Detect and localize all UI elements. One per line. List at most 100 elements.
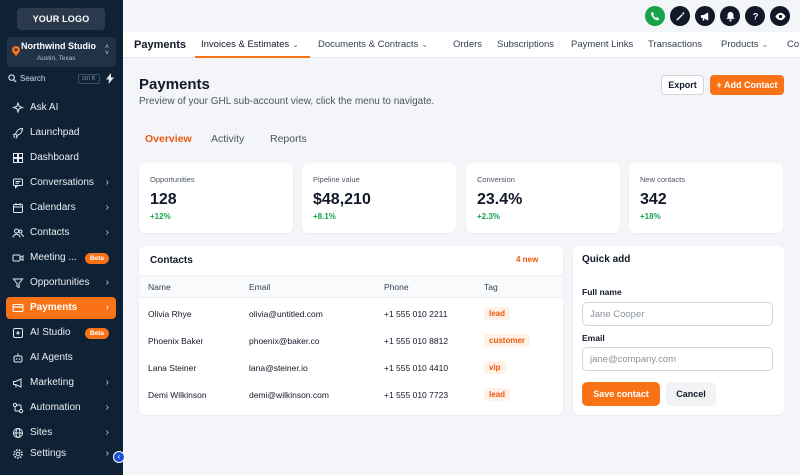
sidebar-item-label: Ask AI (30, 102, 59, 113)
tab-products[interactable]: Products ⌄ (721, 39, 768, 50)
stat-delta: +12% (150, 212, 171, 221)
chevron-right-icon: › (105, 227, 109, 238)
sidebar: YOUR LOGO Northwind Studio Austin, Texas… (0, 0, 125, 475)
stat-card-new-contacts: New contacts 342 +18% (629, 163, 783, 233)
save-contact-button[interactable]: Save contact (582, 382, 660, 406)
sidebar-item-opportunities[interactable]: Opportunities › (6, 272, 116, 294)
tab-co[interactable]: Co (787, 39, 799, 50)
magic-wand-icon (675, 10, 685, 21)
full-name-input[interactable] (582, 302, 773, 326)
tab-label: Orders (453, 39, 483, 50)
sidebar-search[interactable]: Search ctrl K (7, 73, 117, 85)
cell-phone: +1 555 010 7723 (384, 390, 449, 400)
stat-card-conversion: Conversion 23.4% +2.3% (466, 163, 620, 233)
stat-value: $48,210 (313, 191, 371, 208)
table-row[interactable]: Phoenix Baker phoenix@baker.co +1 555 010 … (139, 328, 563, 355)
ai-studio-icon (13, 328, 23, 338)
sidebar-item-marketing[interactable]: Marketing › (6, 372, 116, 394)
tab-label: Subscriptions (497, 39, 555, 50)
table-row[interactable]: Demi Wilkinson demi@wilkinson.com +1 555 0… (139, 382, 563, 409)
sidebar-item-launchpad[interactable]: Launchpad (6, 122, 116, 144)
stat-card-pipeline-value: Pipeline value $48,210 +8.1% (302, 163, 456, 233)
add-contact-button[interactable]: + Add Contact (710, 75, 784, 95)
sidebar-item-label: Sites (30, 427, 53, 438)
tab-orders[interactable]: Orders (453, 39, 482, 50)
contacts-title: Contacts (150, 255, 193, 266)
stat-label: Pipeline value (313, 175, 360, 184)
tab-transactions[interactable]: Transactions (648, 39, 702, 50)
stat-value: 128 (150, 191, 177, 208)
beta-badge: Beta (84, 328, 109, 339)
sidebar-item-sites[interactable]: Sites › (6, 422, 116, 444)
sidebar-item-dashboard[interactable]: Dashboard (6, 147, 116, 169)
full-name-label: Full name (582, 287, 622, 297)
chat-icon (13, 178, 23, 189)
announcements-button[interactable] (695, 6, 715, 26)
stat-delta: +18% (640, 212, 661, 221)
email-input[interactable] (582, 347, 773, 371)
globe-icon (13, 428, 23, 438)
sidebar-item-label: Marketing (30, 377, 74, 388)
tab-subscriptions[interactable]: Subscriptions (497, 39, 554, 50)
robot-icon (13, 353, 23, 363)
tab-invoices-estimates[interactable]: Invoices & Estimates ⌄ (201, 39, 299, 50)
subtab-overview[interactable]: Overview (145, 133, 192, 145)
sidebar-item-meeting[interactable]: Meeting ... Beta (6, 247, 116, 269)
cell-email: demi@wilkinson.com (249, 390, 329, 400)
magic-wand-button[interactable] (670, 6, 690, 26)
subtab-reports[interactable]: Reports (270, 133, 307, 145)
tab-payment-links[interactable]: Payment Links (571, 39, 633, 50)
sidebar-item-label: Launchpad (30, 127, 80, 138)
chevron-updown-icon: ˄ ˅ (104, 44, 109, 57)
tab-documents-contracts[interactable]: Documents & Contracts ⌄ (318, 39, 428, 50)
eye-icon (774, 12, 786, 20)
sidebar-item-contacts[interactable]: Contacts › (6, 222, 116, 244)
table-row[interactable]: Olivia Rhye olivia@untitled.com +1 555 010… (139, 301, 563, 328)
table-row[interactable]: Lana Steiner lana@steiner.io +1 555 010 44… (139, 355, 563, 382)
chevron-right-icon: › (105, 448, 109, 459)
sidebar-item-automation[interactable]: Automation › (6, 397, 116, 419)
sidebar-item-label: Calendars (30, 202, 76, 213)
module-title: Payments (134, 39, 186, 51)
email-label: Email (582, 333, 605, 343)
preview-button[interactable] (770, 6, 790, 26)
cell-email: lana@steiner.io (249, 363, 308, 373)
location-pin-icon (12, 46, 20, 56)
tab-label: Invoices & Estimates (201, 39, 290, 50)
cell-phone: +1 555 010 4410 (384, 363, 449, 373)
sidebar-item-conversations[interactable]: Conversations › (6, 172, 116, 194)
search-icon (8, 74, 17, 83)
sidebar-item-label: Payments (30, 302, 78, 313)
account-name: Northwind Studio (21, 41, 96, 51)
chevron-right-icon: › (105, 377, 109, 388)
sidebar-item-payments[interactable]: Payments › (6, 297, 116, 319)
notifications-button[interactable] (720, 6, 740, 26)
sidebar-item-ai-studio[interactable]: AI Studio Beta (6, 322, 116, 344)
collapse-sidebar-button[interactable]: ‹ (113, 451, 125, 463)
phone-icon (650, 11, 659, 20)
chevron-right-icon: › (105, 277, 109, 288)
lightning-icon[interactable] (106, 73, 114, 84)
chevron-down-icon: ⌄ (292, 40, 299, 49)
sidebar-item-settings[interactable]: Settings › (6, 443, 116, 465)
chevron-right-icon: › (105, 302, 109, 313)
stat-card-opportunities: Opportunities 128 +12% (139, 163, 293, 233)
phone-button[interactable] (645, 6, 665, 26)
subtab-activity[interactable]: Activity (211, 133, 244, 145)
cancel-button[interactable]: Cancel (666, 382, 716, 406)
cell-phone: +1 555 010 2211 (384, 309, 448, 319)
tag-badge: vip (484, 361, 506, 374)
export-button[interactable]: Export (661, 75, 704, 95)
megaphone-icon (13, 378, 22, 388)
account-location: Austin, Texas (37, 55, 76, 62)
tag-badge: lead (484, 307, 511, 320)
sidebar-item-label: Automation (30, 402, 81, 413)
sidebar-item-calendars[interactable]: Calendars › (6, 197, 116, 219)
cell-email: phoenix@baker.co (249, 336, 320, 346)
sidebar-item-ask-ai[interactable]: Ask AI (6, 97, 116, 119)
quick-add-card: Quick add Full name Email Save contact C… (573, 246, 784, 415)
help-button[interactable]: ? (745, 6, 765, 26)
tab-label: Payment Links (571, 39, 634, 50)
account-switcher[interactable]: Northwind Studio Austin, Texas ˄ ˅ (7, 37, 116, 67)
sidebar-item-ai-agents[interactable]: AI Agents (6, 347, 116, 369)
